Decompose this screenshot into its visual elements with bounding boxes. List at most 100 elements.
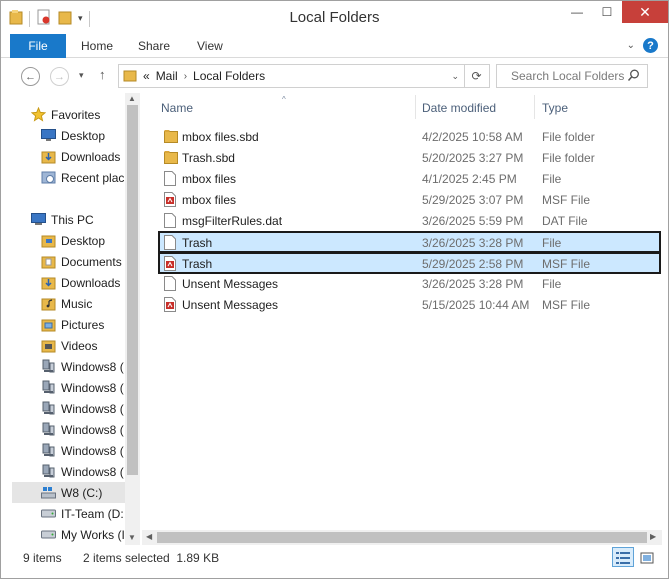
nav-favorites-downloads[interactable]: Downloads — [40, 146, 120, 167]
breadcrumb-overflow[interactable]: « — [143, 69, 150, 83]
file-row-selected[interactable]: Trash 5/29/2025 2:58 PM MSF File — [158, 252, 661, 274]
nav-label: Windows8 ( — [61, 380, 124, 395]
file-list-hscrollbar[interactable]: ◀ ▶ — [142, 530, 662, 545]
file-type: File folder — [542, 130, 595, 144]
tab-file[interactable]: File — [10, 34, 66, 58]
scroll-down-icon[interactable]: ▼ — [128, 533, 136, 542]
computer-icon — [30, 212, 46, 228]
details-view-icon — [616, 552, 630, 567]
desktop-icon — [40, 128, 56, 144]
nav-pc-music[interactable]: Music — [40, 293, 92, 314]
file-row[interactable]: msgFilterRules.dat 3/26/2025 5:59 PM DAT… — [158, 210, 661, 231]
file-type: File — [542, 236, 562, 250]
column-divider[interactable] — [415, 95, 416, 119]
scroll-right-icon[interactable]: ▶ — [650, 532, 656, 541]
expand-ribbon-icon[interactable]: ⌄ — [627, 40, 635, 51]
chevron-down-icon[interactable]: ⌄ — [451, 71, 459, 82]
nav-pc-desktop[interactable]: Desktop — [40, 230, 105, 251]
column-header-type[interactable]: Type — [542, 101, 568, 115]
file-date: 3/26/2025 3:28 PM — [422, 277, 524, 291]
file-row[interactable]: Unsent Messages 5/15/2025 10:44 AM MSF F… — [158, 294, 661, 315]
nav-pc-pictures[interactable]: Pictures — [40, 314, 104, 335]
nav-drive-c[interactable]: W8 (C:) — [12, 482, 130, 503]
music-folder-icon — [40, 296, 56, 312]
nav-favorites-recent[interactable]: Recent plac — [40, 167, 124, 188]
nav-pc-videos[interactable]: Videos — [40, 335, 97, 356]
ribbon-right-controls: ⌄ ? — [627, 38, 658, 53]
help-icon[interactable]: ? — [643, 38, 658, 53]
scrollbar-thumb[interactable] — [157, 532, 647, 543]
file-type: File folder — [542, 151, 595, 165]
ribbon-tabs: File Home Share View ⌄ ? — [1, 34, 668, 58]
breadcrumb-mail[interactable]: Mail — [156, 69, 178, 83]
network-drive-icon — [40, 359, 56, 375]
hard-drive-icon — [40, 506, 56, 522]
folder-icon — [123, 68, 137, 85]
nav-label: W8 (C:) — [61, 485, 103, 500]
nav-label: Pictures — [61, 317, 105, 332]
file-row[interactable]: Unsent Messages 3/26/2025 3:28 PM File — [158, 273, 661, 294]
title-bar: ▾ Local Folders — ☐ ✕ — [1, 1, 668, 34]
back-button[interactable]: ← — [21, 67, 40, 86]
file-name: Unsent Messages — [182, 277, 279, 291]
tab-view[interactable]: View — [197, 39, 223, 53]
breadcrumb-local-folders[interactable]: Local Folders — [193, 69, 265, 83]
column-header-date[interactable]: Date modified — [422, 101, 496, 115]
tab-share[interactable]: Share — [138, 39, 170, 53]
large-icons-view-button[interactable] — [636, 547, 658, 567]
nav-drive-windows8-3[interactable]: Windows8 ( — [40, 398, 124, 419]
address-bar[interactable]: « Mail › Local Folders ⌄ ⟳ — [118, 64, 490, 88]
nav-pc-downloads[interactable]: Downloads — [40, 272, 120, 293]
nav-drive-windows8-2[interactable]: Windows8 ( — [40, 377, 124, 398]
nav-favorites-desktop[interactable]: Desktop — [40, 125, 105, 146]
nav-favorites[interactable]: Favorites — [30, 104, 100, 125]
tab-home[interactable]: Home — [81, 39, 113, 53]
minimize-button[interactable]: — — [562, 1, 592, 23]
scrollbar-thumb[interactable] — [127, 105, 138, 475]
network-drive-icon — [40, 422, 56, 438]
file-row[interactable]: mbox files 5/29/2025 3:07 PM MSF File — [158, 189, 661, 210]
file-row[interactable]: Trash.sbd 5/20/2025 3:27 PM File folder — [158, 147, 661, 168]
nav-label: Windows8 ( — [61, 401, 124, 416]
recent-locations-icon[interactable]: ▾ — [79, 70, 84, 81]
column-divider[interactable] — [534, 95, 535, 119]
scroll-up-icon[interactable]: ▲ — [128, 94, 136, 103]
explorer-window: ▾ Local Folders — ☐ ✕ File Home Share Vi… — [0, 0, 669, 579]
nav-drive-windows8-4[interactable]: Windows8 ( — [40, 419, 124, 440]
refresh-icon[interactable]: ⟳ — [464, 65, 488, 87]
chevron-right-icon[interactable]: › — [184, 71, 187, 82]
nav-label: Downloads — [61, 275, 121, 290]
forward-button[interactable]: → — [50, 67, 69, 86]
nav-pane-scrollbar[interactable]: ▲ ▼ — [125, 93, 140, 545]
nav-drive-mywork[interactable]: My Works (I — [40, 524, 125, 545]
search-input[interactable]: Search Local Folders — [496, 64, 648, 88]
column-header-name[interactable]: Name — [161, 101, 193, 115]
maximize-button[interactable]: ☐ — [592, 1, 622, 23]
nav-label: Windows8 ( — [61, 359, 124, 374]
nav-label: Desktop — [61, 233, 106, 248]
file-type: MSF File — [542, 193, 590, 207]
file-icon — [164, 276, 178, 291]
details-view-button[interactable] — [612, 547, 634, 567]
selection-info: 2 items selected 1.89 KB — [83, 551, 220, 565]
nav-drive-windows8-1[interactable]: Windows8 ( — [40, 356, 124, 377]
close-button[interactable]: ✕ — [622, 1, 668, 23]
nav-pc-documents[interactable]: Documents — [40, 251, 122, 272]
windows-drive-icon — [40, 485, 56, 501]
nav-drive-windows8-5[interactable]: Windows8 ( — [40, 440, 124, 461]
file-name: msgFilterRules.dat — [182, 214, 283, 228]
videos-folder-icon — [40, 338, 56, 354]
nav-label: Documents — [61, 254, 122, 269]
network-drive-icon — [40, 401, 56, 417]
file-row[interactable]: mbox files 4/1/2025 2:45 PM File — [158, 168, 661, 189]
nav-drive-d[interactable]: IT-Team (D: — [40, 503, 124, 524]
file-name: Trash — [182, 257, 213, 271]
nav-this-pc[interactable]: This PC — [30, 209, 94, 230]
search-icon[interactable] — [627, 69, 640, 85]
network-drive-icon — [40, 464, 56, 480]
file-row[interactable]: mbox files.sbd 4/2/2025 10:58 AM File fo… — [158, 126, 661, 147]
scroll-left-icon[interactable]: ◀ — [146, 532, 152, 541]
nav-drive-windows8-6[interactable]: Windows8 ( — [40, 461, 124, 482]
up-button[interactable]: ↑ — [99, 67, 106, 82]
file-row-selected[interactable]: Trash 3/26/2025 3:28 PM File — [158, 231, 661, 253]
